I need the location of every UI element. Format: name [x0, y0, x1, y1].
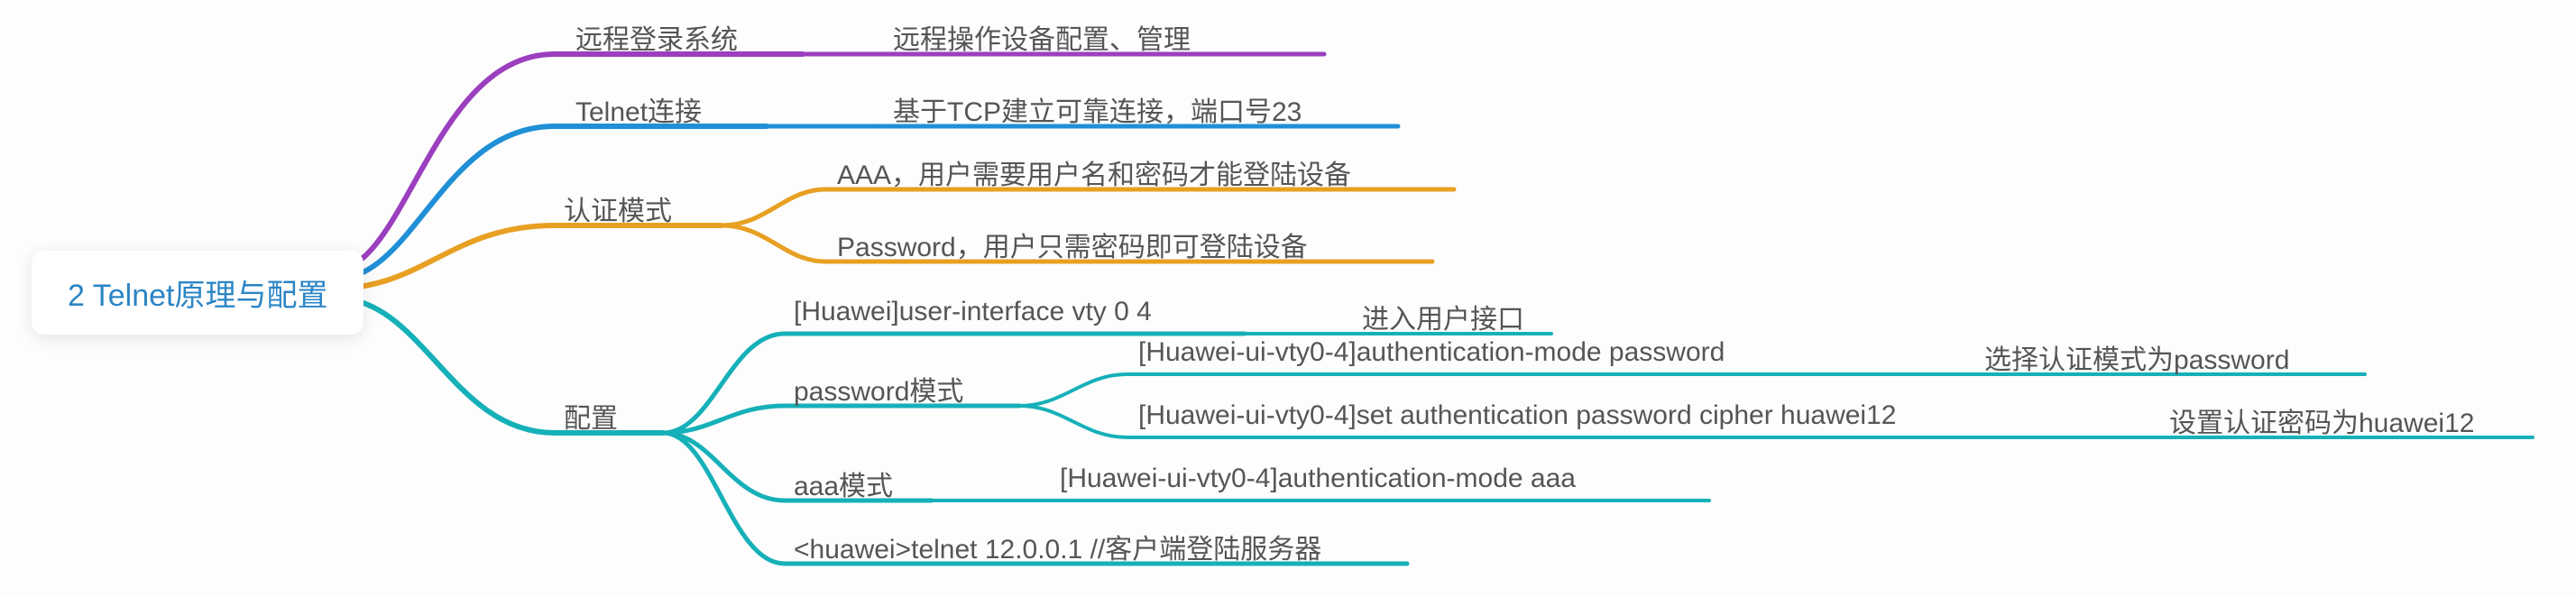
leaf-auth-aaa[interactable]: AAA，用户需要用户名和密码才能登陆设备: [837, 152, 1351, 192]
node-label: [Huawei-ui-vty0-4]authentication-mode pa…: [1138, 337, 1725, 367]
node-label: AAA，用户需要用户名和密码才能登陆设备: [837, 161, 1351, 190]
leaf-user-interface-cmd[interactable]: [Huawei]user-interface vty 0 4: [794, 297, 1152, 327]
node-label: [Huawei-ui-vty0-4]set authentication pas…: [1138, 400, 1896, 430]
node-label: 选择认证模式为password: [1984, 345, 2289, 375]
node-label: 设置认证密码为huawei12: [2169, 409, 2474, 438]
node-label: 远程登录系统: [575, 25, 738, 55]
leaf-set-password-cmd[interactable]: [Huawei-ui-vty0-4]set authentication pas…: [1138, 400, 1896, 431]
node-label: 配置: [564, 404, 618, 434]
node-label: Password，用户只需密码即可登陆设备: [837, 233, 1308, 262]
leaf-auth-password[interactable]: Password，用户只需密码即可登陆设备: [837, 225, 1308, 264]
node-label: 远程操作设备配置、管理: [893, 25, 1191, 55]
leaf-telnet-client[interactable]: <huawei>telnet 12.0.0.1 //客户端登陆服务器: [794, 527, 1321, 566]
node-label: password模式: [794, 377, 963, 407]
branch-remote-login[interactable]: 远程登录系统: [575, 17, 738, 57]
leaf-aaa-mode-cmd[interactable]: [Huawei-ui-vty0-4]authentication-mode aa…: [1060, 464, 1576, 494]
leaf-set-password-desc[interactable]: 设置认证密码为huawei12: [2169, 400, 2474, 440]
node-label: 认证模式: [564, 197, 672, 226]
node-label: Telnet连接: [575, 97, 702, 127]
node-label: [Huawei]user-interface vty 0 4: [794, 297, 1152, 326]
leaf-remote-login-desc[interactable]: 远程操作设备配置、管理: [893, 17, 1191, 57]
mindmap-root[interactable]: 2 Telnet原理与配置: [32, 251, 363, 335]
branch-telnet-conn[interactable]: Telnet连接: [575, 89, 702, 129]
node-label: 进入用户接口: [1362, 305, 1524, 335]
leaf-password-authmode-cmd[interactable]: [Huawei-ui-vty0-4]authentication-mode pa…: [1138, 337, 1725, 368]
branch-password-mode[interactable]: password模式: [794, 369, 963, 409]
leaf-user-interface-desc[interactable]: 进入用户接口: [1362, 297, 1524, 336]
branch-config[interactable]: 配置: [564, 396, 618, 436]
node-label: aaa模式: [794, 472, 893, 501]
node-label: <huawei>telnet 12.0.0.1 //客户端登陆服务器: [794, 535, 1321, 565]
node-label: [Huawei-ui-vty0-4]authentication-mode aa…: [1060, 464, 1576, 493]
branch-aaa-mode[interactable]: aaa模式: [794, 464, 893, 503]
node-label: 基于TCP建立可靠连接，端口号23: [893, 97, 1302, 127]
leaf-telnet-conn-desc[interactable]: 基于TCP建立可靠连接，端口号23: [893, 89, 1302, 129]
branch-auth-mode[interactable]: 认证模式: [564, 188, 672, 228]
leaf-password-authmode-desc[interactable]: 选择认证模式为password: [1984, 337, 2289, 377]
root-title: 2 Telnet原理与配置: [68, 279, 327, 313]
